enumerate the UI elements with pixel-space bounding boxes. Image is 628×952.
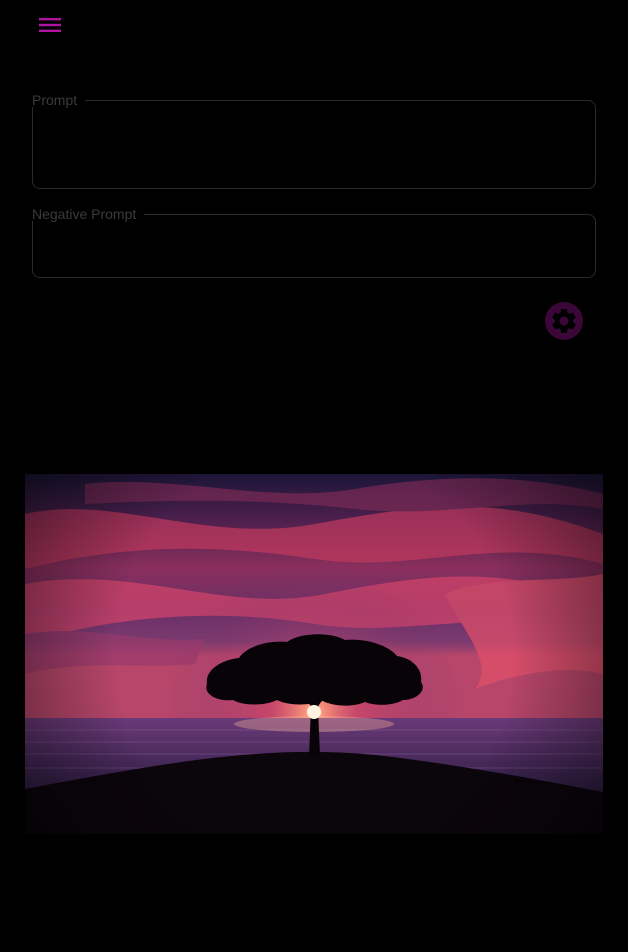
negative-prompt-input[interactable] [43, 221, 585, 277]
gear-icon [552, 309, 576, 333]
app-page: Prompt Negative Prompt [0, 0, 628, 952]
generated-image [25, 474, 603, 834]
menu-button[interactable] [36, 12, 64, 38]
negative-prompt-label: Negative Prompt [32, 206, 137, 222]
settings-button[interactable] [545, 302, 583, 340]
prompt-input[interactable] [43, 107, 585, 188]
prompt-label: Prompt [32, 92, 78, 108]
prompt-field: Prompt [32, 93, 596, 189]
negative-prompt-field: Negative Prompt [32, 207, 596, 278]
sunset-tree-image [25, 474, 603, 834]
menu-icon [39, 18, 61, 32]
